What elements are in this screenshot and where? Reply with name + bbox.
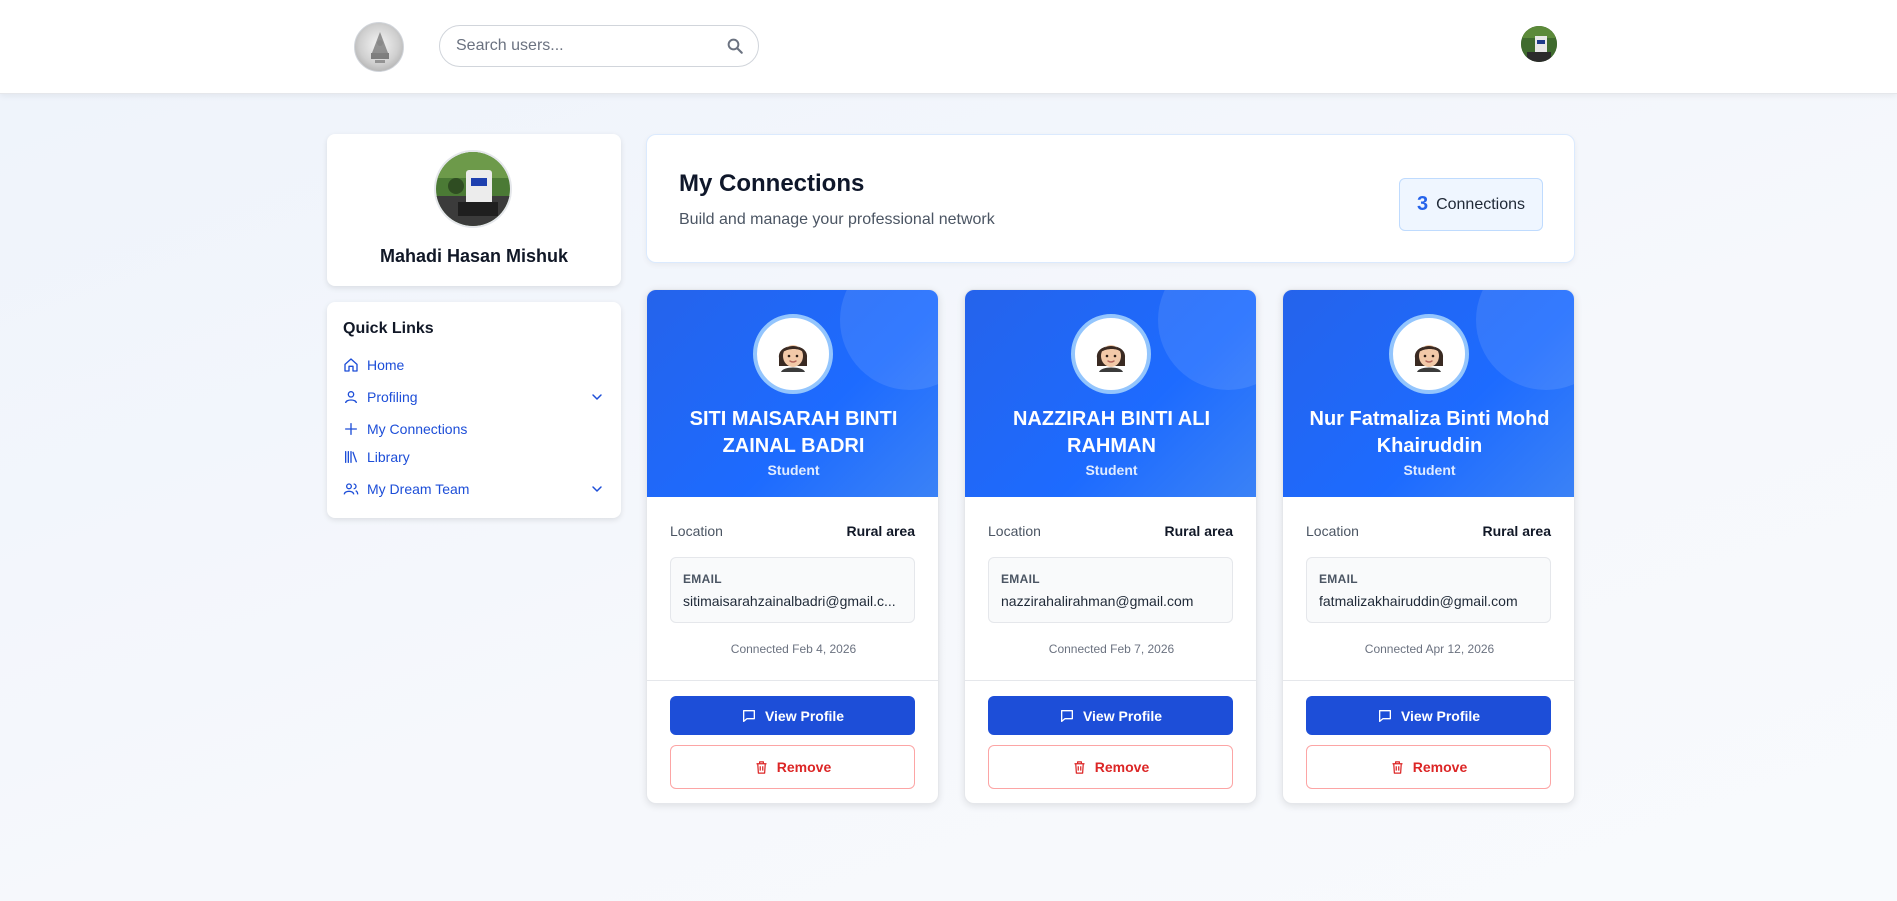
remove-button[interactable]: Remove: [988, 745, 1233, 789]
connection-name: Nur Fatmaliza Binti Mohd Khairuddin: [1309, 408, 1550, 457]
connection-role: Student: [1403, 462, 1456, 478]
email-box: EMAIL sitimaisarahzainalbadri@gmail.c...: [670, 557, 915, 623]
connection-name: NAZZIRAH BINTI ALI RAHMAN: [1012, 408, 1210, 457]
page-subtitle: Build and manage your professional netwo…: [679, 211, 995, 228]
remove-button[interactable]: Remove: [1306, 745, 1551, 789]
search-input[interactable]: [456, 26, 716, 66]
top-navbar: [0, 0, 1897, 94]
view-profile-button[interactable]: View Profile: [1306, 696, 1551, 735]
woman-avatar-icon: [1096, 345, 1126, 372]
connections-count: 3: [1416, 193, 1429, 215]
email-value: sitimaisarahzainalbadri@gmail.c...: [683, 593, 896, 609]
view-profile-label: View Profile: [1400, 707, 1481, 724]
quick-link-library[interactable]: Library: [343, 446, 605, 468]
message-icon: [742, 709, 755, 722]
quick-links-title: Quick Links: [343, 320, 434, 337]
profile-photo: [436, 152, 510, 226]
connection-role: Student: [1085, 462, 1138, 478]
message-icon: [1378, 709, 1391, 722]
connection-card-header: NAZZIRAH BINTI ALI RAHMAN Student: [965, 290, 1256, 497]
page-title: My Connections: [679, 170, 865, 197]
connection-avatar[interactable]: [753, 314, 833, 394]
view-profile-label: View Profile: [1082, 707, 1163, 724]
search-bar[interactable]: [439, 25, 759, 67]
quick-links-card: Quick Links Home Profiling My Connection…: [327, 302, 621, 518]
connection-card: Nur Fatmaliza Binti Mohd Khairuddin Stud…: [1282, 289, 1575, 804]
email-value: fatmalizakhairuddin@gmail.com: [1319, 593, 1518, 609]
profile-card: Mahadi Hasan Mishuk: [327, 134, 621, 286]
remove-label: Remove: [1094, 759, 1150, 775]
decorative-circle: [1158, 290, 1256, 390]
email-label: EMAIL: [1319, 572, 1358, 586]
connection-card-header: Nur Fatmaliza Binti Mohd Khairuddin Stud…: [1283, 290, 1574, 497]
connection-card: NAZZIRAH BINTI ALI RAHMAN Student Locati…: [964, 289, 1257, 804]
chevron-down-icon[interactable]: [589, 481, 605, 497]
profile-avatar[interactable]: [434, 150, 512, 228]
trash-icon: [756, 760, 767, 774]
view-profile-label: View Profile: [764, 707, 845, 724]
connections-count-badge: 3 Connections: [1399, 178, 1543, 231]
email-box: EMAIL fatmalizakhairuddin@gmail.com: [1306, 557, 1551, 623]
quick-link-profiling[interactable]: Profiling: [343, 386, 605, 408]
quick-link-label: My Connections: [367, 421, 468, 437]
remove-button[interactable]: Remove: [670, 745, 915, 789]
library-icon: [343, 449, 359, 465]
users-icon: [343, 481, 359, 497]
divider: [965, 680, 1256, 681]
avatar-photo: [1521, 26, 1557, 62]
trash-icon: [1074, 760, 1085, 774]
connected-date: Connected Feb 7, 2026: [1048, 642, 1175, 656]
email-value: nazzirahalirahman@gmail.com: [1001, 593, 1194, 609]
location-value: Rural area: [1164, 523, 1233, 539]
quick-link-home[interactable]: Home: [343, 354, 605, 376]
remove-label: Remove: [1412, 759, 1468, 775]
view-profile-button[interactable]: View Profile: [670, 696, 915, 735]
email-label: EMAIL: [683, 572, 722, 586]
quick-link-label: Home: [367, 357, 405, 373]
connection-avatar[interactable]: [1389, 314, 1469, 394]
trash-icon: [1392, 760, 1403, 774]
user-avatar[interactable]: [1521, 26, 1557, 62]
quick-link-my-connections[interactable]: My Connections: [343, 418, 605, 440]
divider: [647, 680, 938, 681]
search-icon[interactable]: [726, 37, 744, 55]
location-label: Location: [670, 523, 723, 539]
email-label: EMAIL: [1001, 572, 1040, 586]
connected-date: Connected Feb 4, 2026: [730, 642, 857, 656]
message-icon: [1060, 709, 1073, 722]
connections-count-label: Connections: [1436, 195, 1526, 213]
divider: [1283, 680, 1574, 681]
decorative-circle: [1476, 290, 1574, 390]
email-box: EMAIL nazzirahalirahman@gmail.com: [988, 557, 1233, 623]
profile-name: Mahadi Hasan Mishuk: [379, 246, 569, 266]
connection-card: SITI MAISARAH BINTI ZAINAL BADRI Student…: [646, 289, 939, 804]
logo[interactable]: [354, 22, 404, 72]
remove-label: Remove: [776, 759, 832, 775]
woman-avatar-icon: [1414, 345, 1444, 372]
connection-avatar[interactable]: [1071, 314, 1151, 394]
quick-link-label: Profiling: [367, 389, 418, 405]
chevron-down-icon[interactable]: [589, 389, 605, 405]
view-profile-button[interactable]: View Profile: [988, 696, 1233, 735]
connected-date: Connected Apr 12, 2026: [1364, 642, 1495, 656]
quick-link-label: Library: [367, 449, 410, 465]
home-icon: [343, 357, 359, 373]
quick-link-my-dream-team[interactable]: My Dream Team: [343, 478, 605, 500]
location-value: Rural area: [846, 523, 915, 539]
decorative-circle: [840, 290, 938, 390]
location-label: Location: [988, 523, 1041, 539]
quick-link-label: My Dream Team: [367, 481, 470, 497]
connection-role: Student: [767, 462, 820, 478]
connection-card-header: SITI MAISARAH BINTI ZAINAL BADRI Student: [647, 290, 938, 497]
plus-icon: [343, 421, 359, 437]
location-label: Location: [1306, 523, 1359, 539]
connection-name: SITI MAISARAH BINTI ZAINAL BADRI: [689, 408, 898, 457]
logo-emblem-icon: [371, 32, 389, 63]
user-icon: [343, 389, 359, 405]
woman-avatar-icon: [778, 345, 808, 372]
connections-header: My Connections Build and manage your pro…: [646, 134, 1575, 263]
location-value: Rural area: [1482, 523, 1551, 539]
